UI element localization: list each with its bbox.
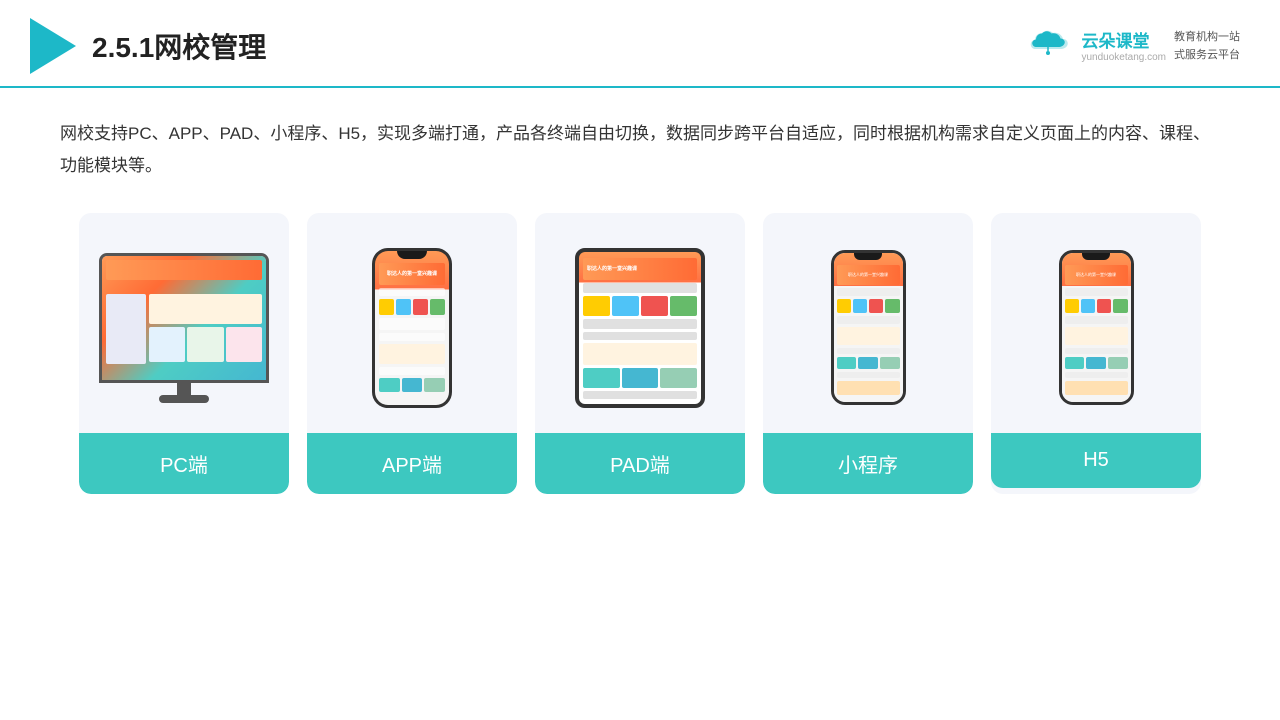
card-miniprogram-image: 职达人的第一堂兴趣课 xyxy=(763,213,973,433)
device-cards: PC端 职达人的第一堂兴趣课 xyxy=(60,213,1220,494)
phone-block-1 xyxy=(379,288,445,296)
description-text: 网校支持PC、APP、PAD、小程序、H5，实现多端打通，产品各终端自由切换，数… xyxy=(60,118,1220,183)
phone-block-4 xyxy=(379,367,445,375)
logo-slogan: 教育机构一站 式服务云平台 xyxy=(1174,29,1240,64)
phone-block-3 xyxy=(379,333,445,341)
phone-notch-app xyxy=(397,251,427,259)
cloud-icon xyxy=(1023,27,1073,59)
phone-screen-app: 职达人的第一堂兴趣课 xyxy=(375,251,449,405)
card-pc-label: PC端 xyxy=(79,433,289,494)
mini-phone-screen: 职达人的第一堂兴趣课 xyxy=(834,253,903,402)
pc-monitor xyxy=(99,253,269,403)
card-h5: 职达人的第一堂兴趣课 xyxy=(991,213,1201,494)
phone-block-2 xyxy=(379,318,445,330)
header-left: 2.5.1网校管理 xyxy=(30,18,266,74)
card-miniprogram: 职达人的第一堂兴趣课 xyxy=(763,213,973,494)
card-pad: 职达人的第一堂兴趣课 xyxy=(535,213,745,494)
mini-phone-wechat: 职达人的第一堂兴趣课 xyxy=(831,250,906,405)
tablet-b4 xyxy=(583,391,697,399)
play-icon xyxy=(30,18,76,74)
header: 2.5.1网校管理 云朵课堂 yunduoketang.com 教育机构一站 式… xyxy=(0,0,1280,88)
monitor-base xyxy=(159,395,209,403)
mini-phone-notch-h5 xyxy=(1082,253,1110,260)
main-content: 网校支持PC、APP、PAD、小程序、H5，实现多端打通，产品各终端自由切换，数… xyxy=(0,88,1280,514)
tablet-b2 xyxy=(583,319,697,329)
card-pad-image: 职达人的第一堂兴趣课 xyxy=(535,213,745,433)
mini-phone-screen-h5: 职达人的第一堂兴趣课 xyxy=(1062,253,1131,402)
monitor-screen xyxy=(102,256,266,380)
tablet-screen: 职达人的第一堂兴趣课 xyxy=(579,252,701,404)
tablet-row2 xyxy=(583,368,697,388)
card-app: 职达人的第一堂兴趣课 xyxy=(307,213,517,494)
card-app-label: APP端 xyxy=(307,433,517,494)
card-h5-image: 职达人的第一堂兴趣课 xyxy=(991,213,1201,433)
tablet-frame: 职达人的第一堂兴趣课 xyxy=(575,248,705,408)
phone-frame-app: 职达人的第一堂兴趣课 xyxy=(372,248,452,408)
logo-name: 云朵课堂 xyxy=(1081,27,1166,52)
logo-url: yunduoketang.com xyxy=(1081,52,1166,63)
card-pc: PC端 xyxy=(79,213,289,494)
card-app-image: 职达人的第一堂兴趣课 xyxy=(307,213,517,433)
tablet-row1 xyxy=(583,296,697,316)
card-h5-label: H5 xyxy=(991,433,1201,488)
mini-phone-h5: 职达人的第一堂兴趣课 xyxy=(1059,250,1134,405)
page-title: 2.5.1网校管理 xyxy=(92,26,266,66)
card-pad-label: PAD端 xyxy=(535,433,745,494)
card-miniprogram-label: 小程序 xyxy=(763,433,973,494)
mini-phone-notch xyxy=(854,253,882,260)
logo-text-area: 云朵课堂 yunduoketang.com xyxy=(1081,27,1166,63)
tablet-b3 xyxy=(583,332,697,340)
monitor-neck xyxy=(177,383,191,395)
logo-area: 云朵课堂 yunduoketang.com 教育机构一站 式服务云平台 xyxy=(1023,27,1240,64)
tablet-b1 xyxy=(583,283,697,293)
monitor-frame xyxy=(99,253,269,383)
card-pc-image xyxy=(79,213,289,433)
